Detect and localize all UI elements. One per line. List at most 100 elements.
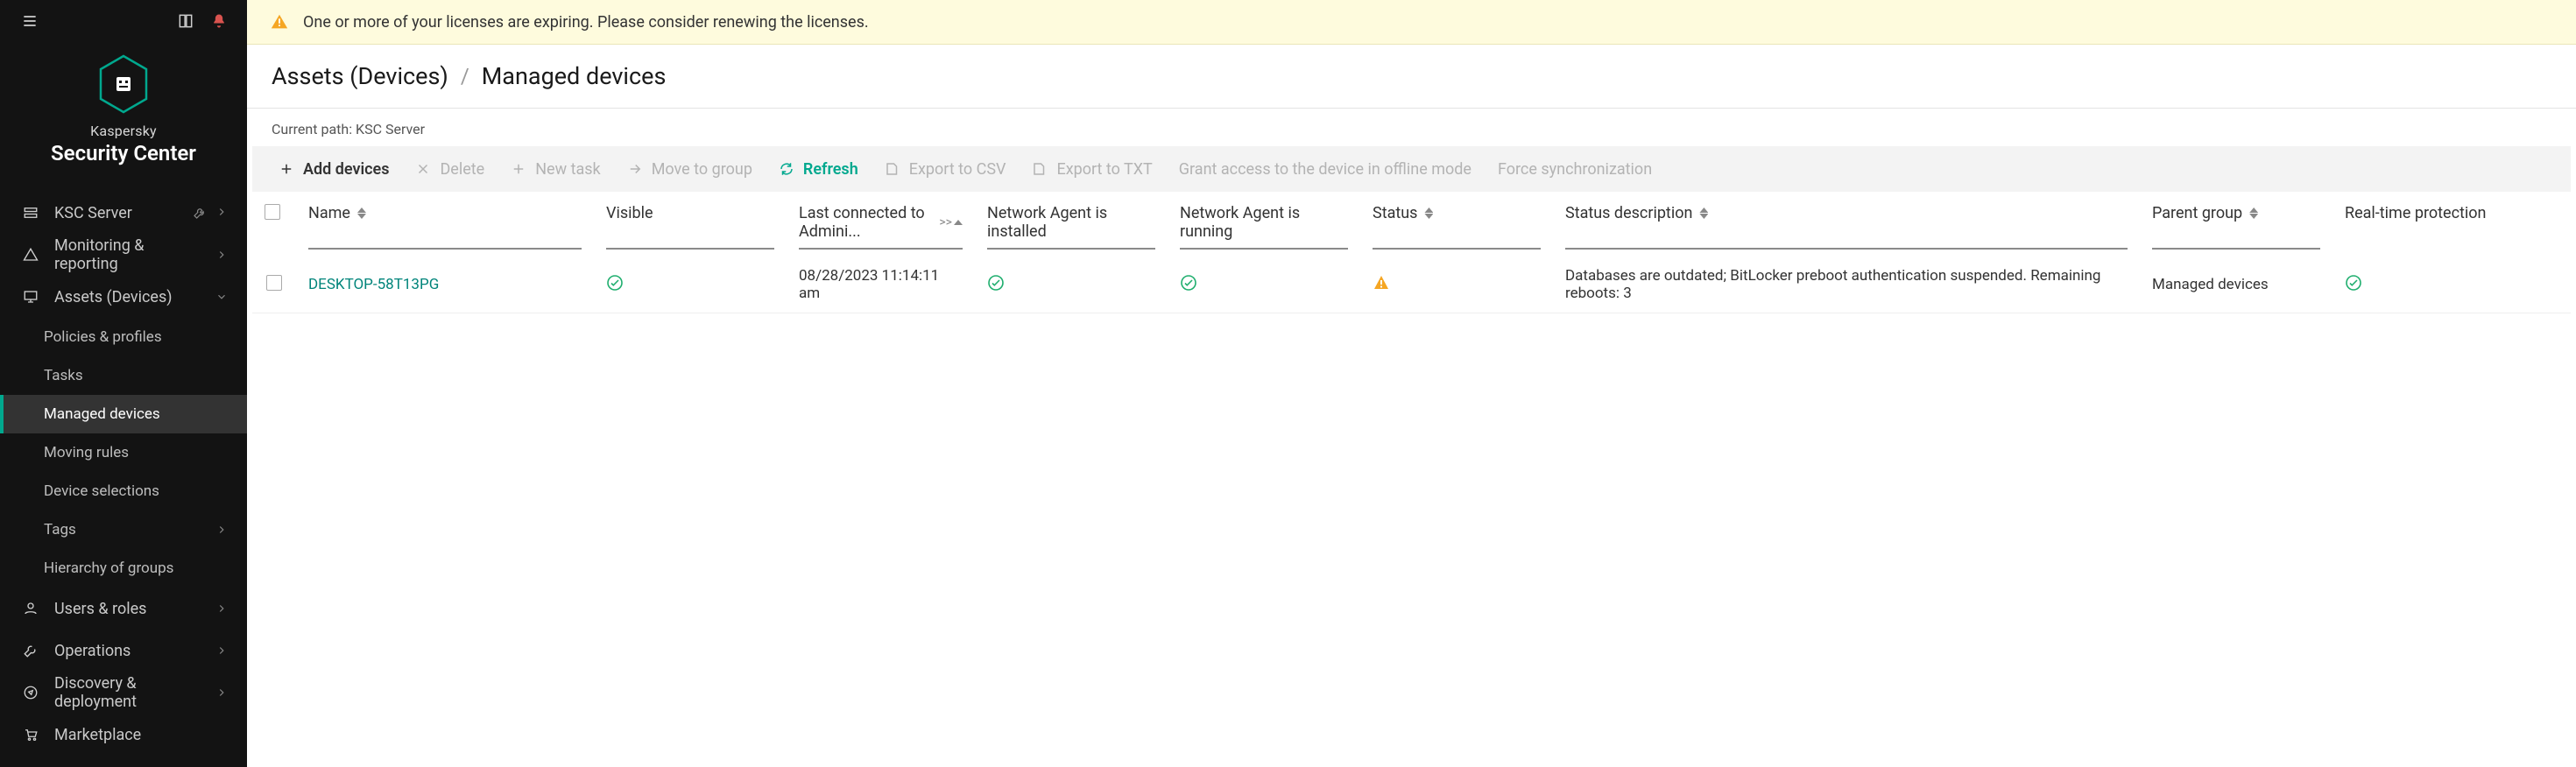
sort-icon xyxy=(954,220,963,225)
button-label: Export to CSV xyxy=(909,160,1006,179)
sidebar-item-label: Monitoring & reporting xyxy=(54,236,200,273)
select-all-checkbox[interactable] xyxy=(265,204,280,220)
breadcrumb: Assets (Devices) / Managed devices xyxy=(247,45,2576,109)
sidebar-item-managed-devices[interactable]: Managed devices xyxy=(0,395,247,433)
sidebar-item-label: Moving rules xyxy=(44,444,228,461)
sidebar-item-label: Assets (Devices) xyxy=(54,288,200,306)
nav-list: KSC Server Monitoring & reporting Assets… xyxy=(0,192,247,756)
sidebar-item-ksc-server[interactable]: KSC Server xyxy=(0,192,247,234)
user-icon xyxy=(23,601,39,616)
move-icon xyxy=(627,161,643,177)
sidebar-item-operations[interactable]: Operations xyxy=(0,630,247,672)
menu-toggle-icon[interactable] xyxy=(21,12,39,33)
device-name-link[interactable]: DESKTOP-58T13PG xyxy=(308,276,439,293)
chevron-right-icon xyxy=(215,249,228,261)
sidebar-item-label: Managed devices xyxy=(44,405,228,423)
move-to-group-button[interactable]: Move to group xyxy=(627,160,752,179)
layout-icon[interactable] xyxy=(177,12,194,33)
col-status[interactable]: Status xyxy=(1360,192,1553,257)
breadcrumb-current: Managed devices xyxy=(482,62,667,90)
chevron-right-icon xyxy=(215,524,228,536)
wrench-icon xyxy=(23,643,39,658)
brand-name-top: Kaspersky xyxy=(90,123,157,139)
sidebar-item-marketplace[interactable]: Marketplace xyxy=(0,714,247,756)
plus-icon xyxy=(511,161,526,177)
col-parent[interactable]: Parent group xyxy=(2140,192,2333,257)
sidebar-item-device-selections[interactable]: Device selections xyxy=(0,472,247,510)
wrench-icon[interactable] xyxy=(193,206,207,220)
table-row[interactable]: DESKTOP-58T13PG 08/28/2023 11:14:11 am Dat… xyxy=(252,257,2571,313)
sidebar-item-users-roles[interactable]: Users & roles xyxy=(0,588,247,630)
sidebar-item-moving-rules[interactable]: Moving rules xyxy=(0,433,247,472)
sidebar-item-discovery[interactable]: Discovery & deployment xyxy=(0,672,247,714)
col-label: Network Agent is running xyxy=(1180,204,1348,241)
sidebar-item-label: Tags xyxy=(44,521,200,538)
add-devices-button[interactable]: Add devices xyxy=(279,160,389,179)
toolbar: Add devices Delete New task Move to grou… xyxy=(252,146,2571,192)
sidebar-item-label: Tasks xyxy=(44,367,228,384)
warning-icon xyxy=(23,247,39,263)
main-content: One or more of your licenses are expirin… xyxy=(247,0,2576,767)
cell-realtime xyxy=(2333,257,2571,313)
sidebar: Kaspersky Security Center KSC Server Mon… xyxy=(0,0,247,767)
col-visible[interactable]: Visible xyxy=(594,192,787,257)
export-icon xyxy=(1032,161,1048,177)
server-icon xyxy=(23,205,39,221)
col-agent-running[interactable]: Network Agent is running xyxy=(1168,192,1360,257)
sidebar-item-policies[interactable]: Policies & profiles xyxy=(0,318,247,356)
cart-icon xyxy=(23,727,39,742)
sidebar-item-assets[interactable]: Assets (Devices) xyxy=(0,276,247,318)
col-status-desc[interactable]: Status description xyxy=(1553,192,2140,257)
cell-visible xyxy=(594,257,787,313)
new-task-button[interactable]: New task xyxy=(511,160,600,179)
current-path: Current path: KSC Server xyxy=(247,109,2576,146)
button-label: Move to group xyxy=(652,160,752,179)
sidebar-item-tags[interactable]: Tags xyxy=(0,510,247,549)
offline-access-button[interactable]: Grant access to the device in offline mo… xyxy=(1179,160,1471,179)
cell-status xyxy=(1360,257,1553,313)
col-label: Parent group xyxy=(2152,204,2242,222)
cell-agent-installed xyxy=(975,257,1168,313)
breadcrumb-separator: / xyxy=(461,64,469,88)
license-warning-banner: One or more of your licenses are expirin… xyxy=(247,0,2576,45)
warning-icon xyxy=(270,12,289,32)
notifications-icon[interactable] xyxy=(210,12,228,33)
col-label: Last connected to Admini... xyxy=(799,204,932,241)
col-agent-installed[interactable]: Network Agent is installed xyxy=(975,192,1168,257)
sidebar-item-label: Policies & profiles xyxy=(44,328,228,346)
force-sync-button[interactable]: Force synchronization xyxy=(1498,160,1652,179)
sidebar-item-label: Discovery & deployment xyxy=(54,674,200,711)
col-name[interactable]: Name xyxy=(296,192,594,257)
delete-button[interactable]: Delete xyxy=(415,160,484,179)
col-label: Status xyxy=(1373,204,1417,222)
col-last-connected[interactable]: Last connected to Admini... >> xyxy=(787,192,975,257)
overflow-indicator: >> xyxy=(939,215,952,229)
sidebar-item-tasks[interactable]: Tasks xyxy=(0,356,247,395)
button-label: Delete xyxy=(440,160,484,179)
sidebar-item-monitoring[interactable]: Monitoring & reporting xyxy=(0,234,247,276)
brand-name-bottom: Security Center xyxy=(51,141,196,165)
refresh-icon xyxy=(779,161,794,177)
monitor-icon xyxy=(23,289,39,305)
sidebar-item-hierarchy[interactable]: Hierarchy of groups xyxy=(0,549,247,588)
sort-icon xyxy=(2249,208,2258,219)
row-checkbox[interactable] xyxy=(266,275,282,291)
button-label: Force synchronization xyxy=(1498,160,1652,179)
col-label: Visible xyxy=(606,204,653,222)
chevron-right-icon xyxy=(215,644,228,657)
chevron-down-icon xyxy=(215,291,228,303)
breadcrumb-root[interactable]: Assets (Devices) xyxy=(272,62,448,90)
banner-text: One or more of your licenses are expirin… xyxy=(303,13,869,32)
export-csv-button[interactable]: Export to CSV xyxy=(885,160,1006,179)
sidebar-item-label: Hierarchy of groups xyxy=(44,559,228,577)
col-realtime[interactable]: Real-time protection xyxy=(2333,192,2571,257)
cell-last-connected: 08/28/2023 11:14:11 am xyxy=(787,257,975,313)
cell-status-desc: Databases are outdated; BitLocker preboo… xyxy=(1553,257,2140,313)
export-icon xyxy=(885,161,900,177)
button-label: Export to TXT xyxy=(1056,160,1152,179)
export-txt-button[interactable]: Export to TXT xyxy=(1032,160,1152,179)
refresh-button[interactable]: Refresh xyxy=(779,160,858,179)
sidebar-item-label: Device selections xyxy=(44,482,228,500)
button-label: Refresh xyxy=(803,160,858,179)
button-label: New task xyxy=(535,160,600,179)
